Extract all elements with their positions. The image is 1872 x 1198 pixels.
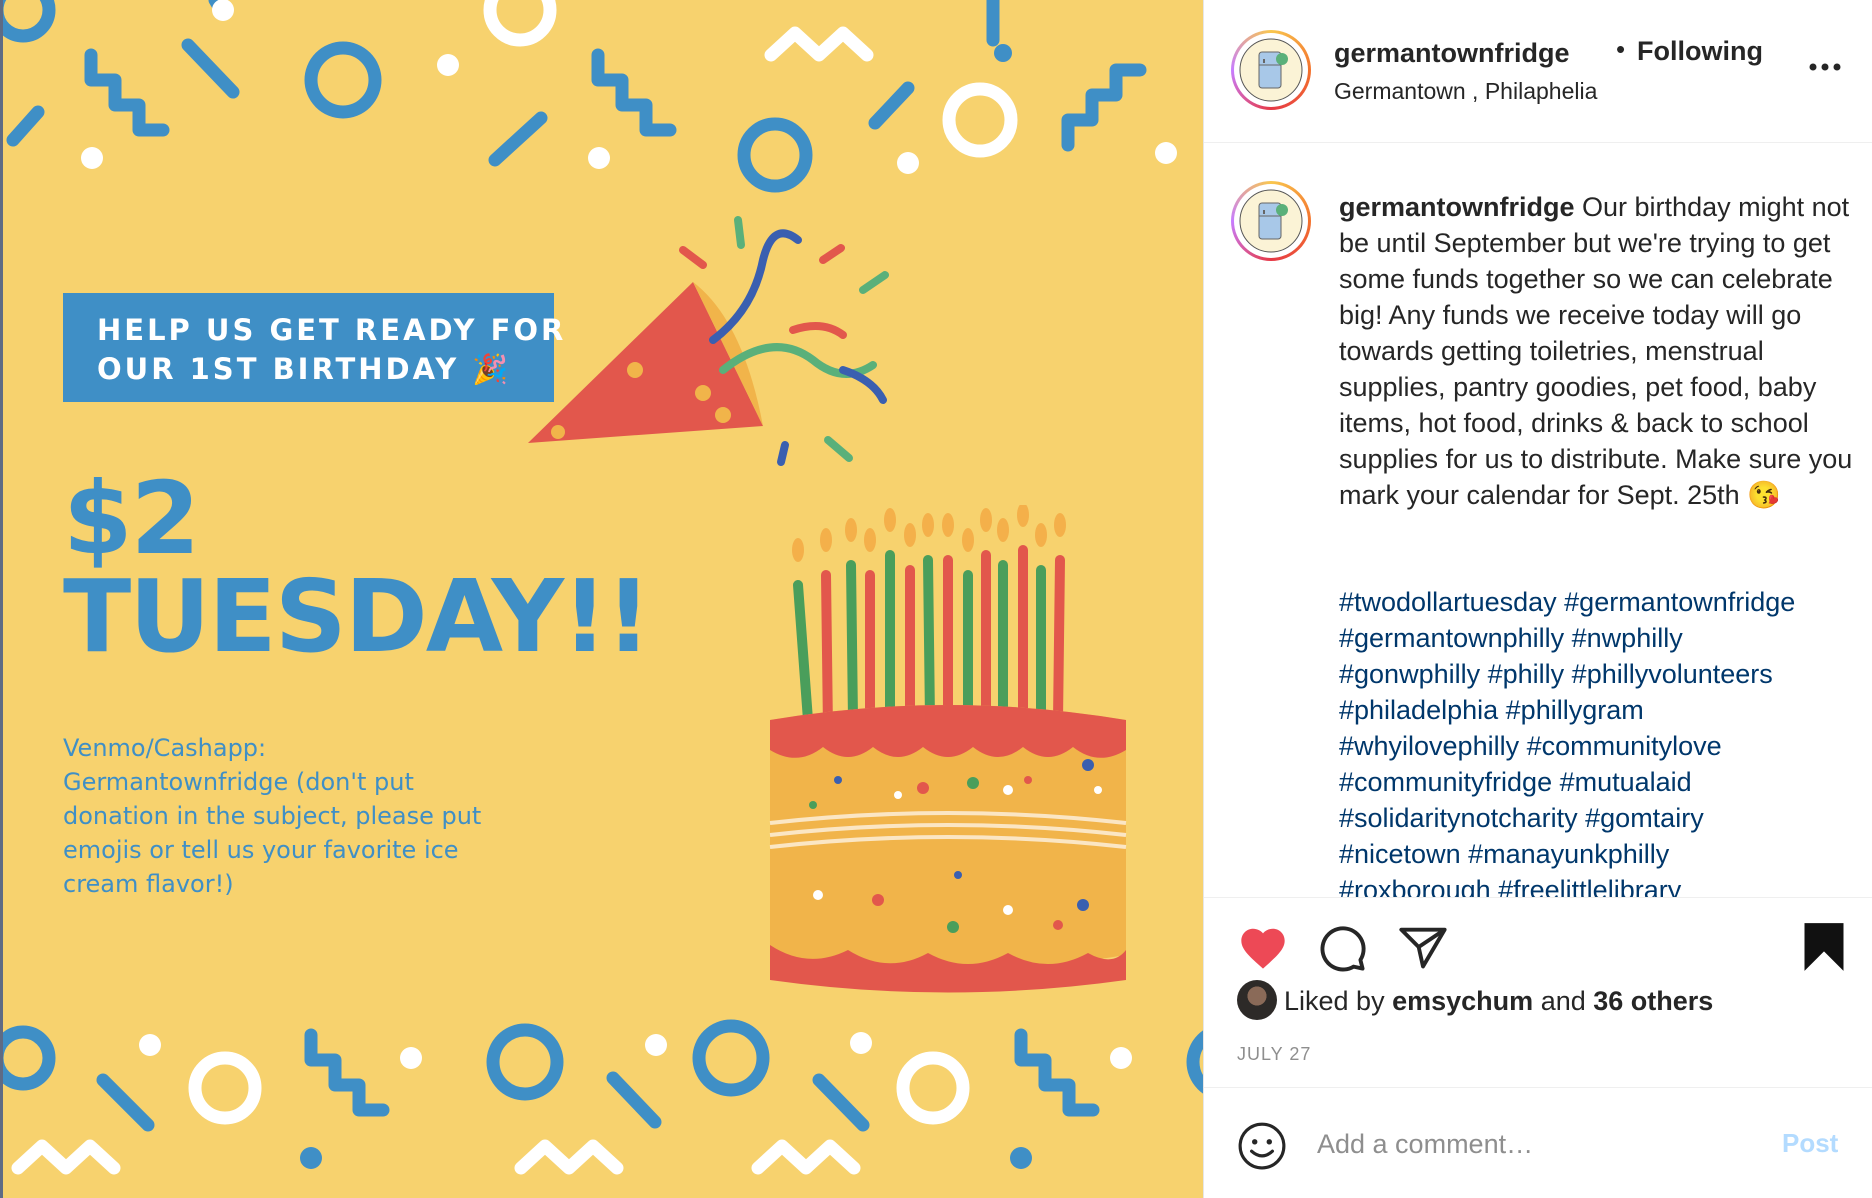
hashtag-link[interactable]: #roxborough — [1339, 875, 1491, 897]
hashtag-link[interactable]: #nicetown — [1339, 839, 1461, 869]
header-separator: • — [1616, 34, 1626, 64]
liked-by-user[interactable]: emsychum — [1392, 986, 1533, 1016]
profile-avatar[interactable] — [1231, 30, 1311, 110]
hashtag-link[interactable]: #nwphilly — [1572, 623, 1683, 653]
header-username[interactable]: germantownfridge — [1334, 38, 1570, 69]
hashtag-link[interactable]: #twodollartuesday — [1339, 587, 1557, 617]
post-image[interactable]: HELP US GET READY FOR OUR 1ST BIRTHDAY 🎉… — [0, 0, 1203, 1198]
hashtag-link[interactable]: #philadelphia — [1339, 695, 1498, 725]
headline: $2 TUESDAY!! — [63, 460, 651, 675]
more-options-icon[interactable] — [1809, 46, 1841, 80]
location-link[interactable]: Germantown , Philaphelia — [1334, 78, 1597, 105]
comment-input[interactable] — [1317, 1124, 1757, 1164]
caption-area[interactable]: germantownfridge Our birthday might not … — [1204, 143, 1872, 897]
hashtag-link[interactable]: #mutualaid — [1560, 767, 1692, 797]
headline-day: TUESDAY!! — [63, 558, 651, 675]
caption-body: Our birthday might not be until Septembe… — [1339, 192, 1853, 510]
post-header: germantownfridge • Following Germantown … — [1204, 0, 1872, 143]
birthday-banner: HELP US GET READY FOR OUR 1ST BIRTHDAY 🎉 — [63, 293, 567, 402]
hashtag-link[interactable]: #communitylove — [1527, 731, 1722, 761]
hashtag-link[interactable]: #phillyvolunteers — [1572, 659, 1773, 689]
hashtag-link[interactable]: #phillygram — [1506, 695, 1644, 725]
post-date[interactable]: JULY 27 — [1237, 1044, 1311, 1065]
hashtag-link[interactable]: #philly — [1488, 659, 1565, 689]
hashtag-link[interactable]: #gomtairy — [1585, 803, 1704, 833]
post-sidebar: germantownfridge • Following Germantown … — [1203, 0, 1872, 1198]
likes-and: and — [1540, 986, 1586, 1016]
likes-summary[interactable]: Liked by emsychum and 36 others — [1284, 986, 1713, 1017]
heart-filled-icon[interactable] — [1237, 923, 1289, 971]
comment-icon[interactable] — [1316, 922, 1368, 974]
caption-username[interactable]: germantownfridge — [1339, 192, 1575, 222]
party-popper-illustration — [528, 216, 889, 466]
comment-bar: Post — [1204, 1087, 1872, 1198]
hashtag-link[interactable]: #communityfridge — [1339, 767, 1552, 797]
following-button[interactable]: Following — [1637, 36, 1763, 67]
post-comment-button[interactable]: Post — [1782, 1128, 1838, 1159]
caption-text: germantownfridge Our birthday might not … — [1339, 189, 1854, 513]
smiley-icon[interactable] — [1237, 1121, 1287, 1171]
caption-avatar[interactable] — [1231, 181, 1311, 261]
fridge-logo-icon — [1239, 189, 1303, 253]
likes-prefix: Liked by — [1284, 986, 1385, 1016]
hashtag-link[interactable]: #manayunkphilly — [1468, 839, 1669, 869]
birthday-cake-illustration — [769, 505, 1127, 993]
post-actions: Liked by emsychum and 36 others JULY 27 — [1204, 897, 1872, 1087]
hashtag-link[interactable]: #whyilovephilly — [1339, 731, 1519, 761]
hashtag-list: #twodollartuesday #germantownfridge #ger… — [1339, 584, 1859, 897]
liker-avatar[interactable] — [1237, 980, 1277, 1020]
send-icon[interactable] — [1397, 923, 1449, 971]
banner-line-1: HELP US GET READY FOR — [97, 313, 567, 347]
hashtag-link[interactable]: #germantownphilly — [1339, 623, 1564, 653]
hashtag-link[interactable]: #germantownfridge — [1564, 587, 1795, 617]
donation-instructions: Venmo/Cashapp: Germantownfridge (don't p… — [63, 734, 482, 898]
hashtag-link[interactable]: #solidaritynotcharity — [1339, 803, 1578, 833]
likes-others[interactable]: 36 others — [1593, 986, 1713, 1016]
hashtag-link[interactable]: #freelittlelibrary — [1498, 875, 1681, 897]
bookmark-filled-icon[interactable] — [1802, 921, 1846, 973]
headline-amount: $2 — [63, 460, 200, 577]
hashtag-link[interactable]: #gonwphilly — [1339, 659, 1480, 689]
fridge-logo-icon — [1239, 38, 1303, 102]
banner-line-2: OUR 1ST BIRTHDAY 🎉 — [97, 352, 512, 386]
